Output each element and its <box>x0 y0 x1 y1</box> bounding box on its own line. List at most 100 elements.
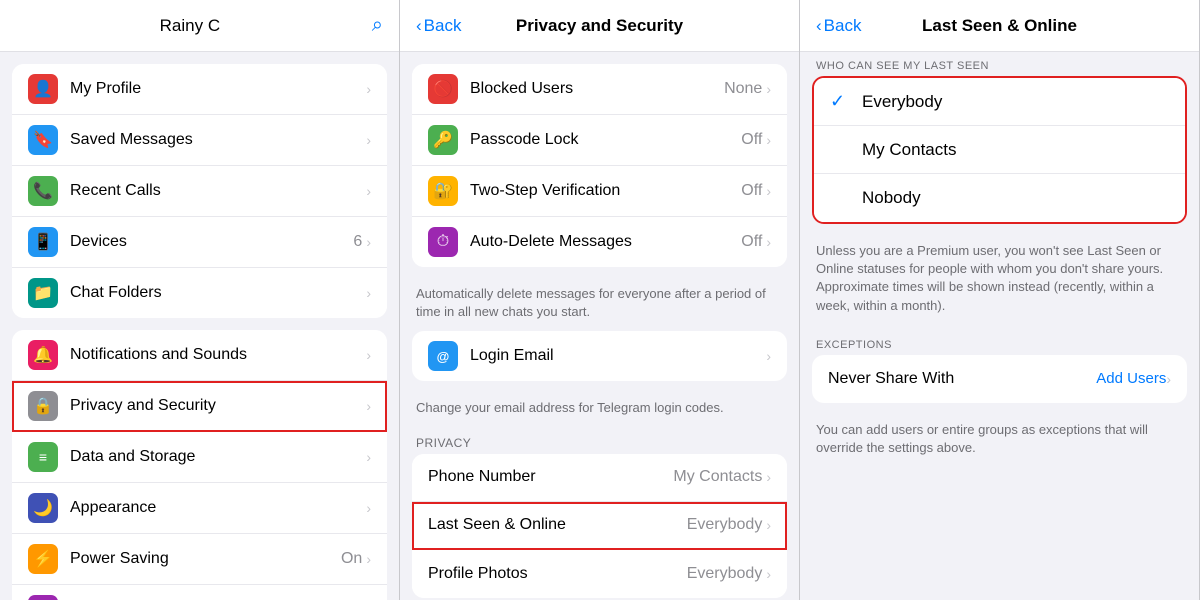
middle-panel-header: ‹ Back Privacy and Security <box>400 0 799 52</box>
everybody-option[interactable]: ✓ Everybody <box>814 78 1185 126</box>
left-panel-content: 👤 My Profile › 🔖 Saved Messages › 📞 Rece… <box>0 52 399 600</box>
auto-delete-value: Off <box>741 233 762 251</box>
search-icon[interactable]: ⌕ <box>372 14 383 37</box>
auto-delete-icon: ⏱ <box>428 227 458 257</box>
right-panel-header: ‹ Back Last Seen & Online <box>800 0 1199 52</box>
top-items-group: 👤 My Profile › 🔖 Saved Messages › 📞 Rece… <box>12 64 387 318</box>
recent-calls-icon: 📞 <box>28 176 58 206</box>
privacy-top-group: 🚫 Blocked Users None › 🔑 Passcode Lock O… <box>412 64 787 267</box>
sidebar-item-notifications[interactable]: 🔔 Notifications and Sounds › <box>12 330 387 381</box>
phone-number-value: My Contacts <box>673 468 762 486</box>
passcode-lock-label: Passcode Lock <box>470 131 741 149</box>
power-saving-value: On <box>341 550 362 568</box>
blocked-users-icon: 🚫 <box>428 74 458 104</box>
my-profile-label: My Profile <box>70 80 366 98</box>
sidebar-item-saved-messages[interactable]: 🔖 Saved Messages › <box>12 115 387 166</box>
add-users-label[interactable]: Add Users <box>1096 370 1166 387</box>
left-panel-header: Rainy C ⌕ <box>0 0 399 52</box>
privacy-security-label: Privacy and Security <box>70 397 366 415</box>
login-email-description: Change your email address for Telegram l… <box>400 393 799 427</box>
profile-name: Rainy C <box>16 16 364 36</box>
login-email-item[interactable]: @ Login Email › <box>412 331 787 381</box>
chat-folders-label: Chat Folders <box>70 284 366 302</box>
recent-calls-label: Recent Calls <box>70 182 366 200</box>
chevron-icon: › <box>366 183 371 199</box>
chevron-icon: › <box>766 348 771 364</box>
auto-delete-description: Automatically delete messages for everyo… <box>400 279 799 331</box>
chevron-icon: › <box>366 500 371 516</box>
devices-icon: 📱 <box>28 227 58 257</box>
profile-photos-item[interactable]: Profile Photos Everybody › <box>412 550 787 598</box>
two-step-label: Two-Step Verification <box>470 182 741 200</box>
chevron-icon: › <box>766 132 771 148</box>
middle-panel-title: Privacy and Security <box>486 16 713 36</box>
chevron-icon: › <box>766 81 771 97</box>
exceptions-group: Never Share With Add Users › <box>812 355 1187 403</box>
chevron-icon: › <box>766 234 771 250</box>
sidebar-item-devices[interactable]: 📱 Devices 6 › <box>12 217 387 268</box>
devices-value: 6 <box>353 233 362 251</box>
passcode-lock-item[interactable]: 🔑 Passcode Lock Off › <box>412 115 787 166</box>
who-can-see-label: WHO CAN SEE MY LAST SEEN <box>800 52 1199 76</box>
chevron-icon: › <box>366 132 371 148</box>
chevron-icon: › <box>766 183 771 199</box>
my-contacts-option[interactable]: ✓ My Contacts <box>814 126 1185 174</box>
exceptions-label: EXCEPTIONS <box>800 325 1199 355</box>
language-icon: 🌐 <box>28 595 58 600</box>
sidebar-item-my-profile[interactable]: 👤 My Profile › <box>12 64 387 115</box>
settings-group: 🔔 Notifications and Sounds › 🔒 Privacy a… <box>12 330 387 600</box>
auto-delete-label: Auto-Delete Messages <box>470 233 741 251</box>
chevron-icon: › <box>366 398 371 414</box>
phone-number-label: Phone Number <box>428 468 673 486</box>
right-back-label: Back <box>824 16 862 36</box>
chevron-icon: › <box>1166 371 1171 387</box>
chevron-icon: › <box>366 347 371 363</box>
passcode-lock-icon: 🔑 <box>428 125 458 155</box>
blocked-users-item[interactable]: 🚫 Blocked Users None › <box>412 64 787 115</box>
saved-messages-icon: 🔖 <box>28 125 58 155</box>
passcode-lock-value: Off <box>741 131 762 149</box>
chat-folders-icon: 📁 <box>28 278 58 308</box>
privacy-items-group: Phone Number My Contacts › Last Seen & O… <box>412 454 787 598</box>
left-panel: Rainy C ⌕ 👤 My Profile › 🔖 Saved Message… <box>0 0 400 600</box>
middle-panel-content: 🚫 Blocked Users None › 🔑 Passcode Lock O… <box>400 52 799 600</box>
middle-back-label: Back <box>424 16 462 36</box>
nobody-option[interactable]: ✓ Nobody <box>814 174 1185 222</box>
auto-delete-item[interactable]: ⏱ Auto-Delete Messages Off › <box>412 217 787 267</box>
chevron-icon: › <box>366 81 371 97</box>
blocked-users-value: None <box>724 80 762 98</box>
sidebar-item-appearance[interactable]: 🌙 Appearance › <box>12 483 387 534</box>
chevron-icon: › <box>366 285 371 301</box>
my-contacts-label: My Contacts <box>862 140 956 160</box>
sidebar-item-privacy-security[interactable]: 🔒 Privacy and Security › <box>12 381 387 432</box>
notifications-icon: 🔔 <box>28 340 58 370</box>
two-step-value: Off <box>741 182 762 200</box>
my-profile-icon: 👤 <box>28 74 58 104</box>
phone-number-item[interactable]: Phone Number My Contacts › <box>412 454 787 502</box>
profile-photos-value: Everybody <box>687 565 763 583</box>
saved-messages-label: Saved Messages <box>70 131 366 149</box>
last-seen-description: Unless you are a Premium user, you won't… <box>800 236 1199 325</box>
two-step-icon: 🔐 <box>428 176 458 206</box>
sidebar-item-data-storage[interactable]: ≡ Data and Storage › <box>12 432 387 483</box>
never-share-item[interactable]: Never Share With Add Users › <box>812 355 1187 403</box>
two-step-item[interactable]: 🔐 Two-Step Verification Off › <box>412 166 787 217</box>
data-storage-icon: ≡ <box>28 442 58 472</box>
privacy-section-label: PRIVACY <box>400 428 799 454</box>
middle-back-button[interactable]: ‹ Back <box>416 16 486 36</box>
right-back-button[interactable]: ‹ Back <box>816 16 886 36</box>
login-email-group: @ Login Email › <box>412 331 787 381</box>
nobody-label: Nobody <box>862 188 921 208</box>
never-share-label: Never Share With <box>828 370 1096 388</box>
right-panel: ‹ Back Last Seen & Online WHO CAN SEE MY… <box>800 0 1200 600</box>
sidebar-item-power-saving[interactable]: ⚡ Power Saving On › <box>12 534 387 585</box>
sidebar-item-chat-folders[interactable]: 📁 Chat Folders › <box>12 268 387 318</box>
back-chevron-icon: ‹ <box>416 16 422 36</box>
sidebar-item-language[interactable]: 🌐 Language English › <box>12 585 387 600</box>
exceptions-description: You can add users or entire groups as ex… <box>800 415 1199 467</box>
chevron-icon: › <box>366 234 371 250</box>
last-seen-item[interactable]: Last Seen & Online Everybody › <box>412 502 787 550</box>
sidebar-item-recent-calls[interactable]: 📞 Recent Calls › <box>12 166 387 217</box>
right-panel-content: WHO CAN SEE MY LAST SEEN ✓ Everybody ✓ M… <box>800 52 1199 600</box>
chevron-icon: › <box>766 469 771 485</box>
